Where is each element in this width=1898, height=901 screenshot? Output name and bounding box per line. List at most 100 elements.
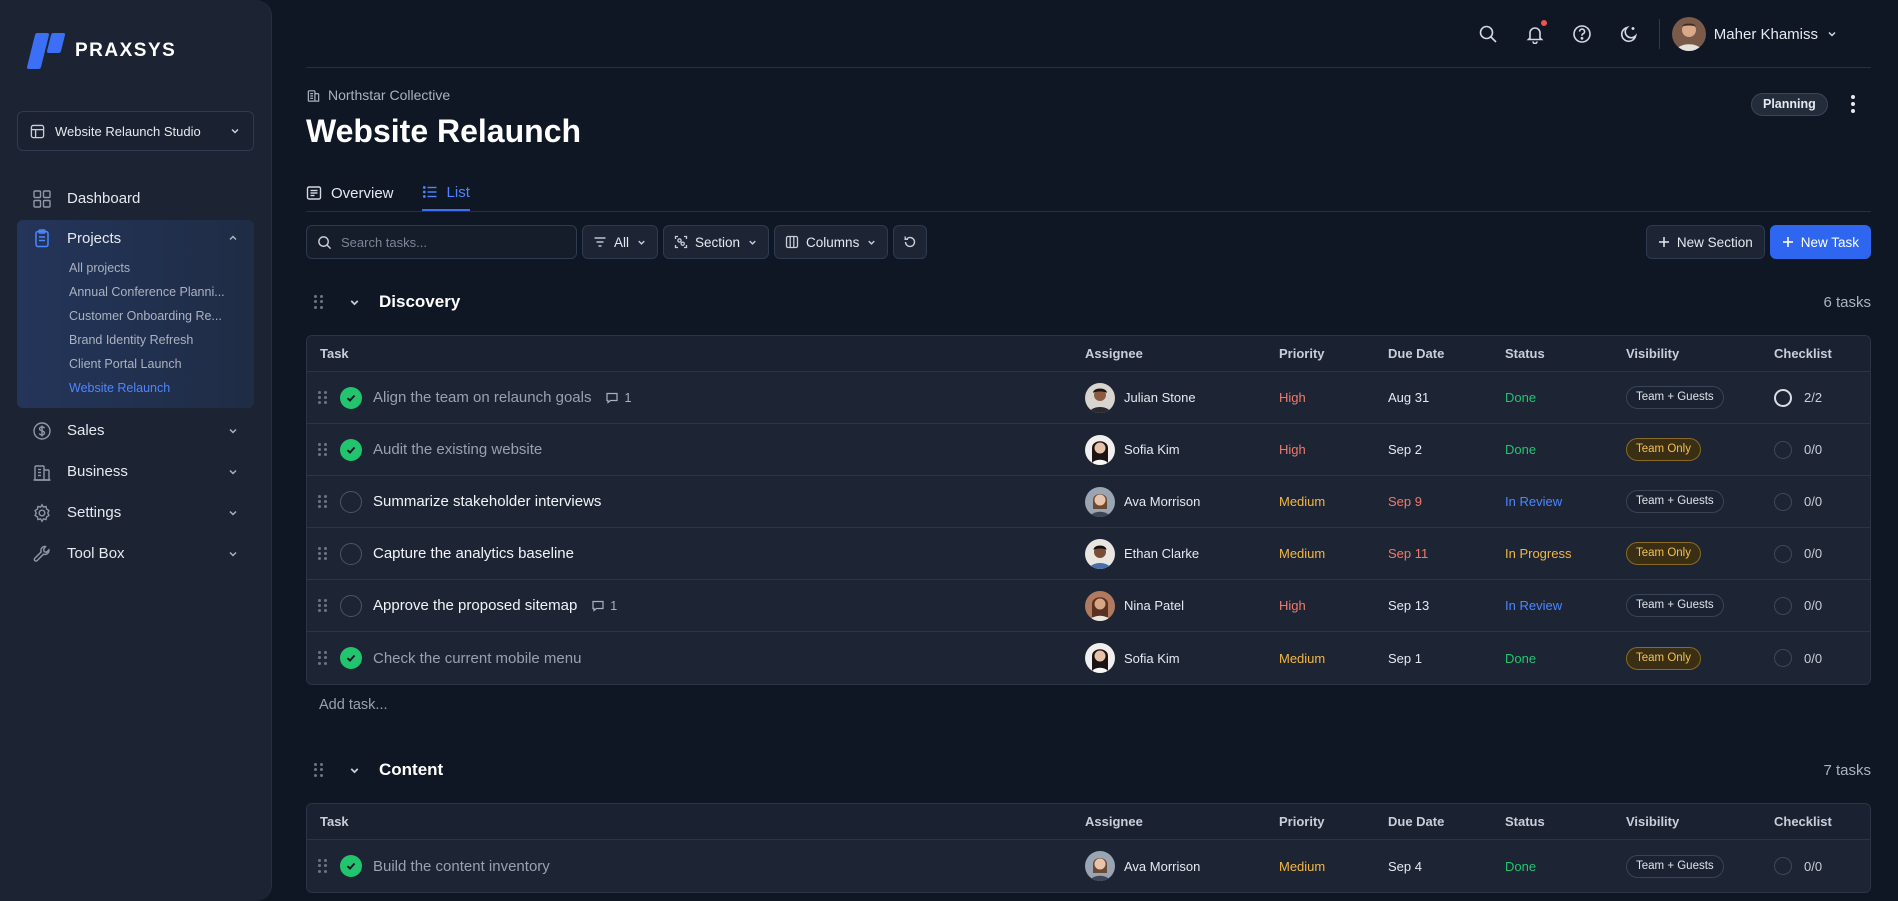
sidebar-item-sales[interactable]: Sales [17,410,254,451]
priority[interactable]: Medium [1279,494,1388,509]
status[interactable]: Done [1505,442,1626,457]
task-complete-checkbox[interactable] [340,542,362,565]
checklist[interactable]: 0/0 [1774,544,1870,563]
comment-count[interactable]: 1 [605,391,631,405]
visibility-badge[interactable]: Team + Guests [1626,854,1724,878]
tab-list[interactable]: List [421,175,470,211]
chevron-down-icon[interactable] [348,764,361,777]
sidebar-item-dashboard[interactable]: Dashboard [17,178,254,219]
column-header-visibility[interactable]: Visibility [1626,814,1774,829]
priority[interactable]: High [1279,390,1388,405]
brand-logo[interactable]: PRAXSYS [26,33,176,69]
tab-overview[interactable]: Overview [306,175,394,211]
due-date[interactable]: Sep 11 [1388,546,1505,561]
table-row[interactable]: Align the team on relaunch goals 1 Julia… [307,372,1870,424]
drag-handle[interactable] [318,390,328,405]
status[interactable]: In Review [1505,494,1626,509]
drag-handle[interactable] [318,651,328,665]
assignee[interactable]: Sofia Kim [1085,643,1279,673]
priority[interactable]: High [1279,598,1388,613]
column-header-status[interactable]: Status [1505,814,1626,829]
table-row[interactable]: Build the content inventory Ava Morrison… [307,840,1870,892]
column-header-priority[interactable]: Priority [1279,346,1388,361]
task-complete-checkbox[interactable] [340,647,362,669]
new-section-button[interactable]: New Section [1645,225,1765,259]
visibility-badge[interactable]: Team + Guests [1626,386,1724,409]
due-date[interactable]: Sep 9 [1388,494,1505,509]
drag-handle[interactable] [318,546,328,561]
status[interactable]: Done [1505,390,1626,405]
task-title[interactable]: Audit the existing website [373,441,542,458]
task-title[interactable]: Align the team on relaunch goals [373,389,591,406]
notifications-button[interactable] [1512,16,1559,52]
column-header-task[interactable]: Task [307,814,1085,829]
visibility-badge[interactable]: Team + Guests [1626,594,1724,617]
assignee[interactable]: Ethan Clarke [1085,538,1279,569]
due-date[interactable]: Sep 13 [1388,598,1505,613]
status[interactable]: Done [1505,859,1626,874]
checklist[interactable]: 0/0 [1774,440,1870,459]
drag-handle[interactable] [314,295,324,309]
column-header-visibility[interactable]: Visibility [1626,346,1774,361]
task-title[interactable]: Check the current mobile menu [373,650,581,667]
table-row[interactable]: Capture the analytics baseline Ethan Cla… [307,528,1870,580]
drag-handle[interactable] [318,598,328,613]
task-complete-checkbox[interactable] [340,438,362,461]
theme-toggle-button[interactable] [1606,16,1653,52]
project-link-annual-conference[interactable]: Annual Conference Planni... [17,280,254,304]
checklist[interactable]: 0/0 [1774,649,1870,667]
visibility-badge[interactable]: Team Only [1626,542,1701,565]
task-complete-checkbox[interactable] [340,855,362,877]
task-title[interactable]: Approve the proposed sitemap [373,597,577,614]
visibility-badge[interactable]: Team Only [1626,438,1701,461]
drag-handle[interactable] [318,494,328,509]
status-badge[interactable]: Planning [1751,93,1828,116]
columns-dropdown[interactable]: Columns [774,225,889,259]
table-row[interactable]: Approve the proposed sitemap 1 Nina Pate… [307,580,1870,632]
checklist[interactable]: 0/0 [1774,857,1870,875]
reset-button[interactable] [893,225,928,259]
due-date[interactable]: Sep 1 [1388,651,1505,666]
status[interactable]: Done [1505,651,1626,666]
visibility-badge[interactable]: Team Only [1626,646,1701,670]
user-menu[interactable]: Maher Khamiss [1671,17,1838,51]
comment-count[interactable]: 1 [591,599,617,613]
priority[interactable]: High [1279,442,1388,457]
column-header-checklist[interactable]: Checklist [1774,814,1870,829]
drag-handle[interactable] [318,442,328,457]
due-date[interactable]: Aug 31 [1388,390,1505,405]
project-link-website-relaunch[interactable]: Website Relaunch [17,376,254,400]
due-date[interactable]: Sep 4 [1388,859,1505,874]
task-complete-checkbox[interactable] [340,594,362,617]
new-task-button[interactable]: New Task [1769,225,1871,259]
priority[interactable]: Medium [1279,859,1388,874]
assignee[interactable]: Ava Morrison [1085,851,1279,881]
column-header-status[interactable]: Status [1505,346,1626,361]
assignee[interactable]: Sofia Kim [1085,434,1279,465]
checklist[interactable]: 0/0 [1774,596,1870,615]
sidebar-item-projects[interactable]: Projects [17,220,254,256]
column-header-priority[interactable]: Priority [1279,814,1388,829]
task-title[interactable]: Build the content inventory [373,858,550,875]
help-button[interactable] [1559,16,1606,52]
column-header-assignee[interactable]: Assignee [1085,346,1279,361]
assignee[interactable]: Nina Patel [1085,590,1279,621]
drag-handle[interactable] [318,859,328,873]
table-row[interactable]: Summarize stakeholder interviews Ava Mor… [307,476,1870,528]
chevron-down-icon[interactable] [348,296,361,309]
column-header-checklist[interactable]: Checklist [1774,346,1870,361]
project-link-all[interactable]: All projects [17,256,254,280]
task-complete-checkbox[interactable] [340,386,362,409]
more-options-button[interactable] [1844,91,1862,117]
task-complete-checkbox[interactable] [340,490,362,513]
sidebar-item-toolbox[interactable]: Tool Box [17,533,254,574]
column-header-assignee[interactable]: Assignee [1085,814,1279,829]
table-row[interactable]: Audit the existing website Sofia Kim Hig… [307,424,1870,476]
assignee[interactable]: Ava Morrison [1085,486,1279,517]
search-input[interactable] [341,234,561,250]
project-link-customer-onboarding[interactable]: Customer Onboarding Re... [17,304,254,328]
sidebar-item-settings[interactable]: Settings [17,492,254,533]
due-date[interactable]: Sep 2 [1388,442,1505,457]
column-header-task[interactable]: Task [307,346,1085,361]
filter-dropdown[interactable]: All [582,225,659,259]
